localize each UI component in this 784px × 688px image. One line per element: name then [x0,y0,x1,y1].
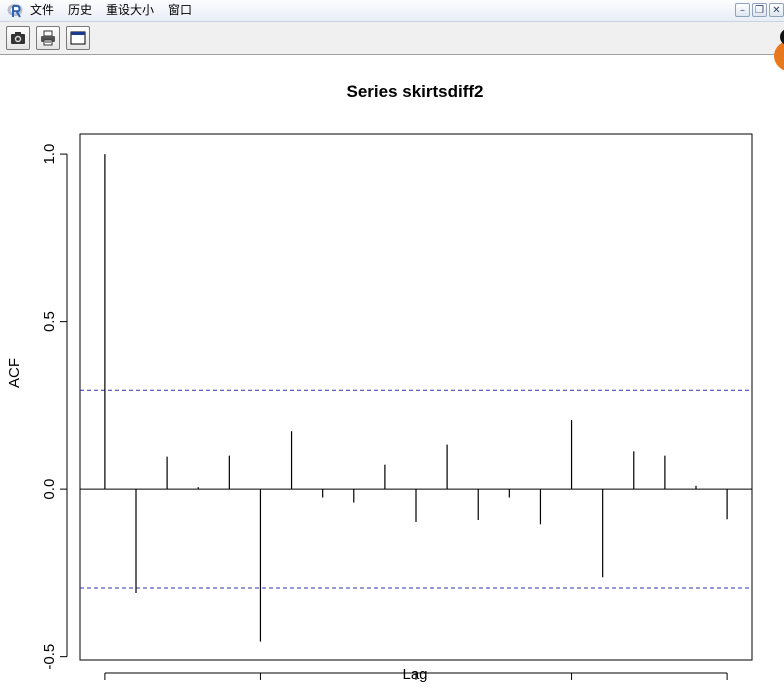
x-axis-label: Lag [402,666,427,683]
y-tick-label: 0.0 [41,479,58,500]
y-tick-label: -0.5 [41,644,58,670]
y-axis-label: ACF [6,358,23,388]
toolbar [0,22,784,55]
r-logo-icon [7,4,23,18]
menu-history[interactable]: 历史 [68,3,92,18]
acf-plot: Series skirtsdiff2 Lag ACF 05101520-0.50… [6,82,753,688]
menu-window[interactable]: 窗口 [168,3,192,18]
menu-file[interactable]: 文件 [30,3,54,18]
camera-icon [11,32,25,44]
plot-frame [79,133,753,661]
chart-title: Series skirtsdiff2 [346,82,483,101]
close-button[interactable]: ✕ [769,3,784,17]
restore-button[interactable]: ❐ [752,3,767,17]
menu-bar: 文件 历史 重设大小 窗口 – ❐ ✕ [0,0,784,22]
window-button[interactable] [66,26,90,50]
window-icon [70,31,86,45]
y-tick-label: 0.5 [41,311,58,332]
printer-icon [41,30,55,46]
y-tick-label: 1.0 [41,144,58,165]
copy-bitmap-button[interactable] [6,26,30,50]
menu-resize[interactable]: 重设大小 [106,3,154,18]
minimize-button[interactable]: – [735,3,750,17]
print-button[interactable] [36,26,60,50]
